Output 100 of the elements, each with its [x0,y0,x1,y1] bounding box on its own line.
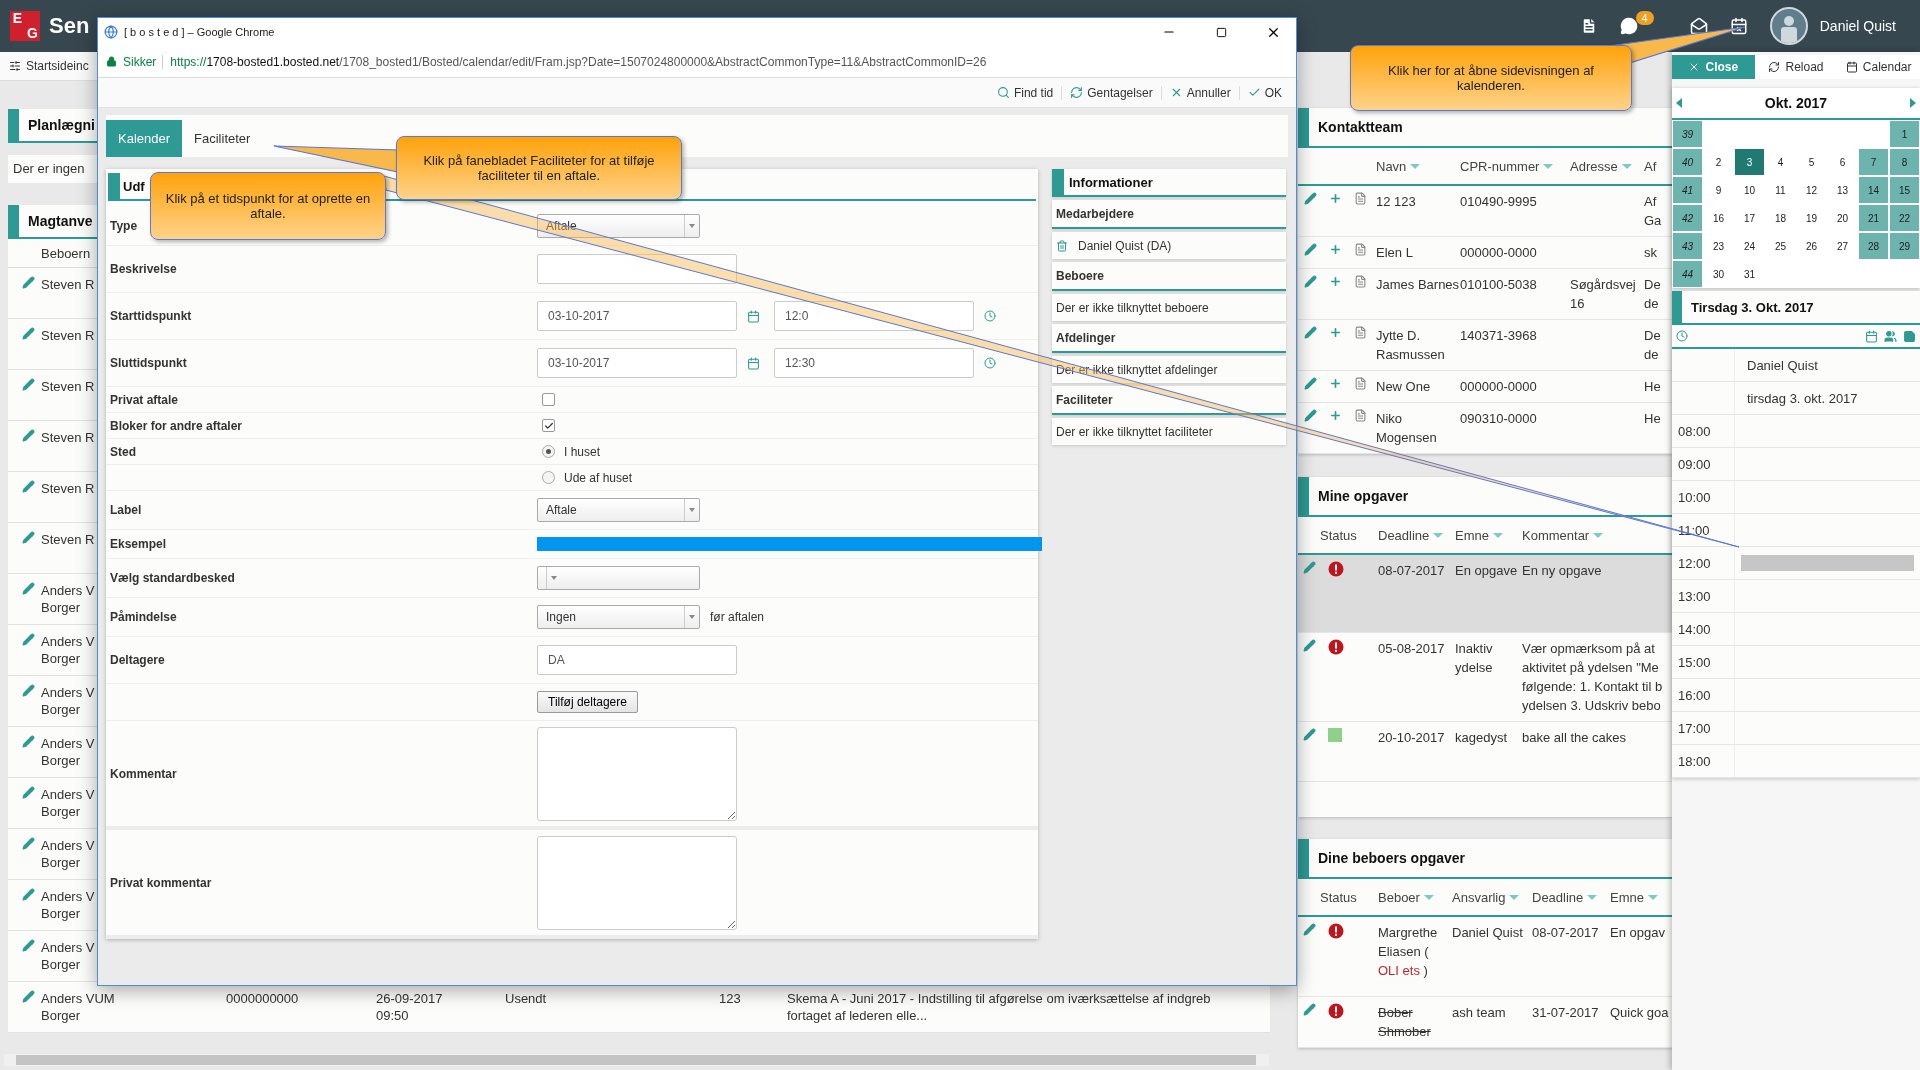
table-cell-text: 000000-0000 [1460,378,1538,396]
calendar-day[interactable]: 3 [1735,149,1764,175]
edit-icon[interactable] [1304,409,1317,422]
calendar-day[interactable]: 14 [1859,177,1888,203]
toolbar-button[interactable]: OK [1238,85,1290,100]
calendar-day[interactable]: 29 [1890,233,1919,259]
select-field[interactable]: Aftale [537,498,700,522]
edit-icon[interactable] [1303,561,1316,574]
calendar-day[interactable]: 15 [1890,177,1919,203]
time-field[interactable]: 12:30 [774,348,974,378]
edit-icon[interactable] [22,633,35,646]
column-header[interactable]: Beboer [1378,889,1452,905]
table-cell-text: Quick goa [1610,1004,1670,1022]
next-month-icon[interactable] [1910,98,1916,108]
edit-icon[interactable] [22,684,35,697]
pdf-icon[interactable] [1354,243,1367,256]
date-field[interactable]: 03-10-2017 [537,348,737,378]
column-header[interactable]: Kommentar [1522,527,1672,543]
radio-option[interactable]: I huset [537,444,601,459]
edit-icon[interactable] [1304,192,1317,205]
pdf-icon[interactable] [1354,326,1367,339]
edit-icon[interactable] [1304,326,1317,339]
input-field[interactable] [537,254,737,284]
add-button[interactable]: Tilføj deltagere [537,691,638,713]
calendar-day[interactable]: 8 [1890,149,1919,175]
add-icon[interactable] [1329,377,1342,390]
edit-icon[interactable] [22,939,35,952]
edit-icon[interactable] [1303,1003,1316,1016]
add-icon[interactable] [1329,409,1342,422]
edit-icon[interactable] [22,429,35,442]
edit-icon[interactable] [22,582,35,595]
table-cell-text: Skema A - Juni 2017 - Indstilling til afgørelse om iværksættelse af indgreb fortaget af lederen elle... [787,990,1212,1024]
column-header[interactable]: Adresse [1570,158,1644,174]
table-cell-text: Usendt [505,990,548,1007]
column-header[interactable]: Emne [1610,889,1672,905]
calendar-day[interactable]: 1 [1890,121,1919,147]
edit-icon[interactable] [22,276,35,289]
edit-icon[interactable] [1304,377,1317,390]
chat-icon[interactable] [1619,17,1638,35]
toolbar-button[interactable]: Gentagelser [1061,85,1161,100]
edit-icon[interactable] [1303,728,1316,741]
tab[interactable]: Faciliteter [182,120,263,157]
column-header[interactable]: Deadline [1378,527,1455,543]
add-icon[interactable] [1329,275,1342,288]
column-header[interactable]: Emne [1455,527,1522,543]
note-icon[interactable] [1903,329,1916,343]
edit-icon[interactable] [1304,275,1317,288]
edit-icon[interactable] [1304,243,1317,256]
table-row[interactable]: 08-07-2017 En opgave En ny opgave [1298,555,1672,633]
column-header[interactable]: Beboern [41,245,91,261]
calendar-day[interactable]: 22 [1890,205,1919,231]
select-field[interactable] [537,566,700,590]
edit-icon[interactable] [22,888,35,901]
url-field[interactable]: https://1708-bosted1.bosted.net/1708_bosted1/Bosted/calendar/edit/Fram.jsp?Date=1507024800000&AbstractCommonType=11&AbstractCommonID=26 [162,54,987,69]
edit-icon[interactable] [22,990,35,1003]
breadcrumb-link[interactable]: Startsideinc [26,59,89,73]
column-header[interactable]: Deadline [1532,889,1610,905]
mail-icon[interactable] [1689,17,1708,35]
pdf-icon[interactable] [1354,192,1367,205]
checkbox[interactable] [542,419,555,432]
sliders-icon [9,60,21,72]
select-field[interactable]: Ingen [537,605,700,629]
edit-icon[interactable] [22,735,35,748]
pdf-icon[interactable] [1354,377,1367,390]
add-icon[interactable] [1329,192,1342,205]
column-header[interactable]: Navn [1376,158,1460,174]
edit-icon[interactable] [22,837,35,850]
calendar-day[interactable]: 21 [1859,205,1888,231]
add-icon[interactable] [1329,243,1342,256]
clock-icon[interactable] [1676,330,1688,342]
edit-icon[interactable] [22,378,35,391]
pdf-icon[interactable] [1354,409,1367,422]
edit-icon[interactable] [22,786,35,799]
toolbar-button[interactable]: Annuller [1160,85,1239,100]
checkbox[interactable] [542,393,555,406]
pdf-icon[interactable] [1354,275,1367,288]
toolbar-button[interactable]: Find tid [988,85,1062,100]
clock-icon[interactable] [984,310,996,322]
calendar-day[interactable]: 7 [1859,149,1888,175]
input-field[interactable]: DA [537,645,737,675]
add-icon[interactable] [1329,326,1342,339]
edit-icon[interactable] [22,480,35,493]
edit-icon[interactable] [1303,923,1316,936]
column-header[interactable]: Af [1644,158,1672,174]
users-icon[interactable] [1884,329,1897,343]
edit-icon[interactable] [22,327,35,340]
time-field[interactable]: 12:0 [774,301,974,331]
table-row[interactable]: 20-10-2017 kagedyst bake all the cakes [1298,722,1672,782]
calendar-day[interactable]: 28 [1859,233,1888,259]
edit-icon[interactable] [22,531,35,544]
edit-icon[interactable] [1303,639,1316,652]
radio-option[interactable]: Ude af huset [537,470,633,485]
column-header[interactable]: Ansvarlig [1452,889,1532,905]
clock-icon[interactable] [984,357,996,369]
user-avatar[interactable] [1769,7,1808,45]
date-field[interactable]: 03-10-2017 [537,301,737,331]
previous-month-icon[interactable] [1676,98,1682,108]
delete-icon[interactable] [1056,239,1068,252]
column-header[interactable]: CPR-nummer [1460,158,1570,174]
horizontal-scrollbar[interactable] [4,1054,1269,1066]
